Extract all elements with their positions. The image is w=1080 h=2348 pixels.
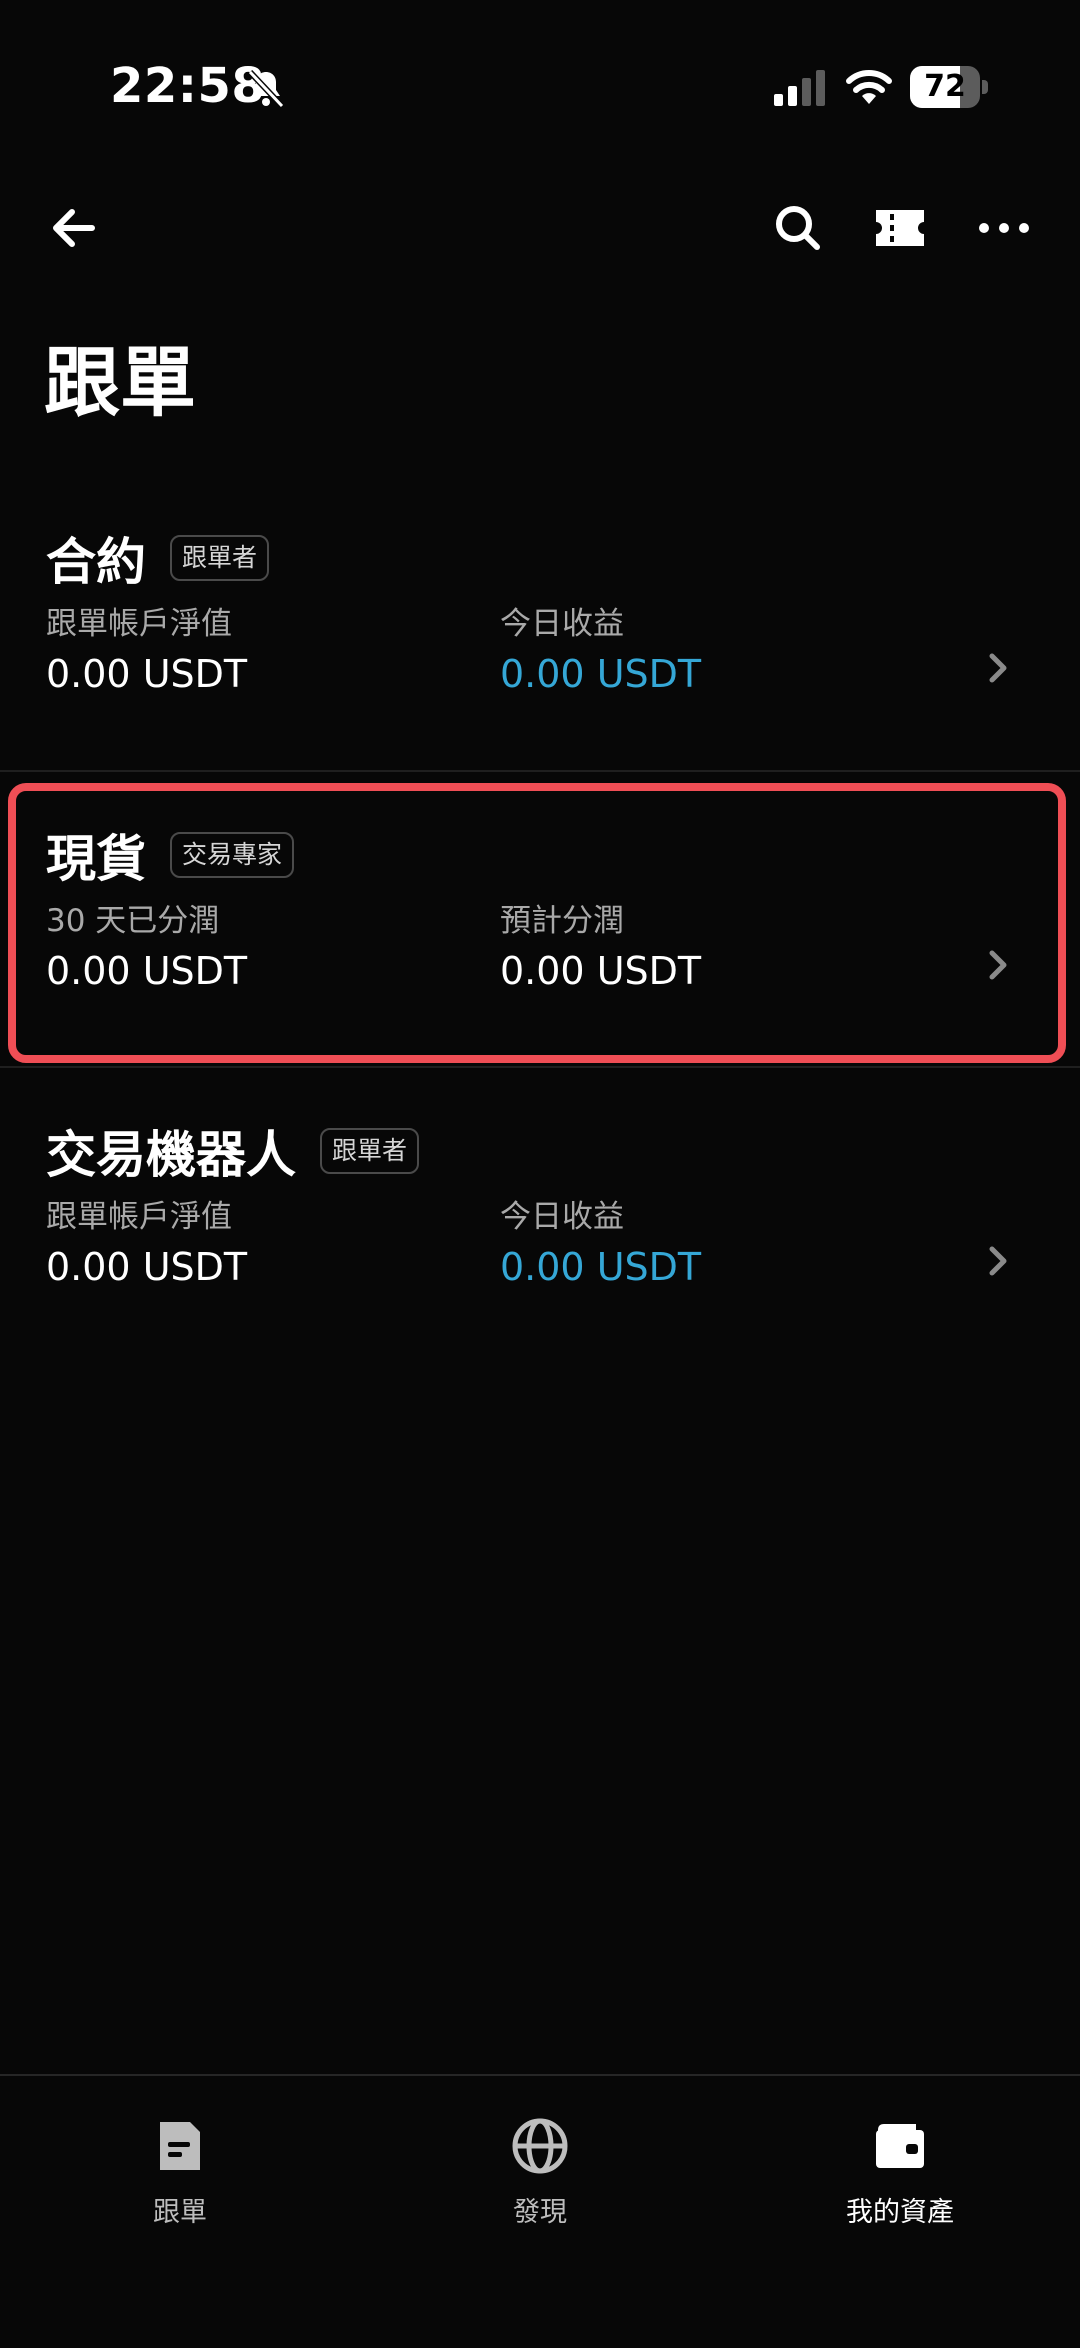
- metric-right: 預計分潤 0.00 USDT: [500, 899, 701, 999]
- role-badge: 跟單者: [320, 1128, 420, 1174]
- battery-percent: 72: [924, 69, 966, 104]
- document-icon: [160, 2122, 200, 2170]
- chevron-right-icon[interactable]: [986, 648, 1012, 688]
- cellular-signal-icon: [774, 70, 825, 106]
- section-header: 交易機器人 跟單者: [46, 1111, 420, 1191]
- metric-value: 0.00 USDT: [46, 1245, 248, 1289]
- metric-right: 今日收益 0.00 USDT: [500, 602, 701, 702]
- section-title: 合約: [46, 533, 146, 591]
- metric-label: 今日收益: [500, 606, 624, 642]
- metric-label: 30 天已分潤: [46, 903, 220, 939]
- divider: [0, 1066, 1080, 1068]
- chevron-right-icon[interactable]: [986, 945, 1012, 985]
- page-title: 跟單: [44, 338, 196, 427]
- metric-label: 今日收益: [500, 1199, 624, 1235]
- divider: [0, 770, 1080, 772]
- tab-my-assets[interactable]: 我的資產: [800, 2116, 1000, 2228]
- tab-copy-trading[interactable]: 跟單: [80, 2116, 280, 2228]
- tab-label: 發現: [513, 2197, 567, 2228]
- chevron-right-icon[interactable]: [986, 1241, 1012, 1281]
- role-badge: 交易專家: [170, 832, 295, 878]
- status-time: 22:58: [110, 58, 266, 114]
- role-badge: 跟單者: [170, 535, 270, 581]
- ticket-icon: [876, 210, 924, 246]
- wifi-icon: [846, 70, 892, 104]
- section-header: 合約 跟單者: [46, 518, 270, 598]
- metric-value: 0.00 USDT: [500, 652, 702, 696]
- more-button[interactable]: [968, 192, 1040, 264]
- metric-value: 0.00 USDT: [500, 1245, 702, 1289]
- section-trading-bot[interactable]: 交易機器人 跟單者 跟單帳戶淨值 0.00 USDT 今日收益 0.00 USD…: [0, 1111, 1080, 1391]
- back-button[interactable]: [38, 192, 110, 264]
- metric-left: 30 天已分潤 0.00 USDT: [46, 899, 247, 999]
- bell-muted-icon: [247, 69, 285, 109]
- search-icon: [776, 206, 820, 250]
- section-spot[interactable]: 現貨 交易專家 30 天已分潤 0.00 USDT 預計分潤 0.00 USDT: [0, 815, 1080, 1095]
- tab-label: 我的資產: [846, 2197, 954, 2228]
- status-bar: 22:58 72: [0, 0, 1080, 175]
- section-header: 現貨 交易專家: [46, 815, 295, 895]
- tab-label: 跟單: [153, 2197, 207, 2228]
- tab-discover[interactable]: 發現: [440, 2116, 640, 2228]
- globe-icon: [512, 2118, 568, 2174]
- search-button[interactable]: [762, 192, 834, 264]
- section-title: 交易機器人: [46, 1126, 296, 1184]
- metric-label: 跟單帳戶淨值: [46, 606, 232, 642]
- section-title: 現貨: [46, 830, 146, 888]
- metric-value: 0.00 USDT: [500, 949, 702, 993]
- battery-indicator: 72: [910, 66, 988, 108]
- wallet-icon: [876, 2124, 924, 2168]
- metric-value: 0.00 USDT: [46, 949, 248, 993]
- metric-value: 0.00 USDT: [46, 652, 248, 696]
- metric-label: 跟單帳戶淨值: [46, 1199, 232, 1235]
- metric-label: 預計分潤: [500, 903, 624, 939]
- metric-right: 今日收益 0.00 USDT: [500, 1195, 701, 1295]
- metric-left: 跟單帳戶淨值 0.00 USDT: [46, 602, 247, 702]
- bottom-nav-divider: [0, 2074, 1080, 2076]
- arrow-left-icon: [53, 209, 95, 247]
- metric-left: 跟單帳戶淨值 0.00 USDT: [46, 1195, 247, 1295]
- ticket-button[interactable]: [864, 192, 936, 264]
- more-icon: [979, 223, 1029, 233]
- section-futures[interactable]: 合約 跟單者 跟單帳戶淨值 0.00 USDT 今日收益 0.00 USDT: [0, 518, 1080, 798]
